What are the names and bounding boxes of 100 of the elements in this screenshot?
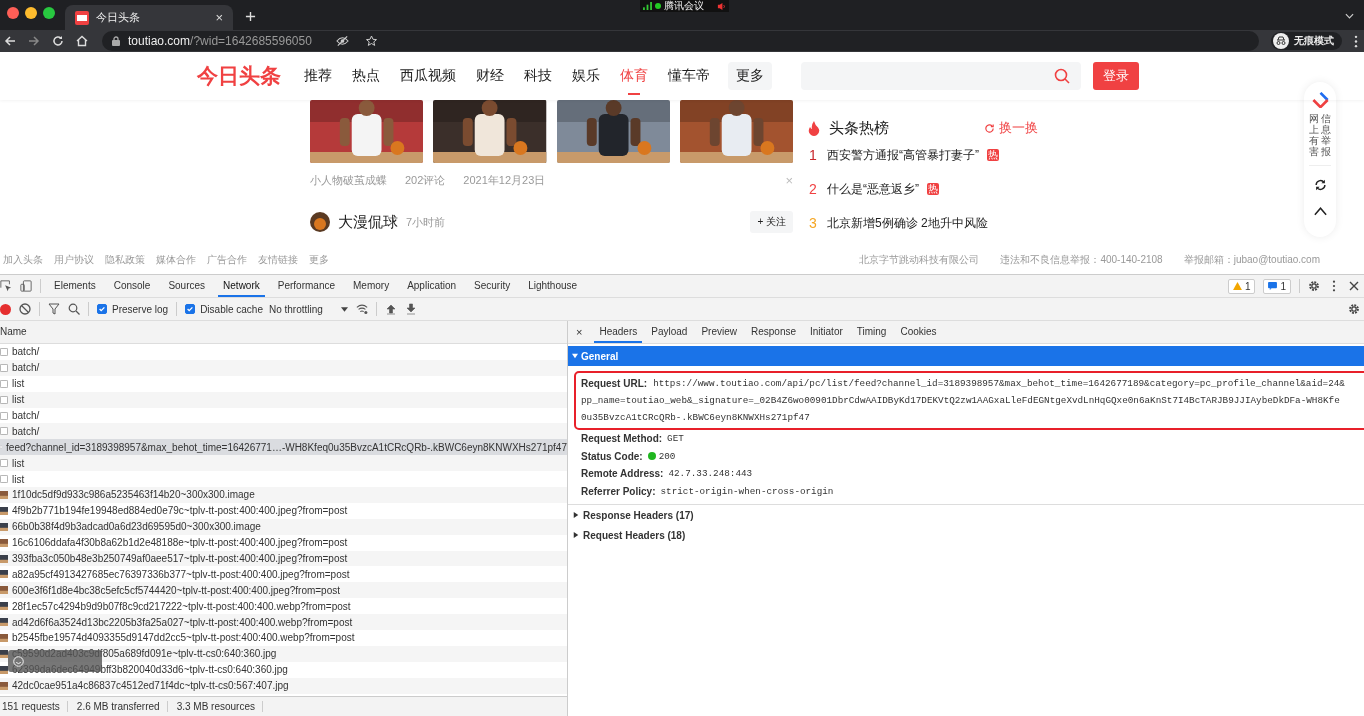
new-tab-icon[interactable] [245,11,256,22]
request-row[interactable]: a82a95cf4913427685ec76397336b377~tplv-tt-post:400:400.jpeg?from=post [0,566,567,583]
settings-icon[interactable] [1348,303,1360,315]
request-row[interactable]: 66b0b38f4d9b3adcad0a6d23d69595d0~300x300.image [0,518,567,535]
devtools-tab[interactable]: Console [108,275,156,297]
upload-icon[interactable] [384,303,397,315]
author-name[interactable]: 大漫侃球 [338,212,398,232]
devtools-tab[interactable]: Application [402,275,462,297]
nav-link[interactable]: 娱乐 [572,63,600,89]
network-conditions-icon[interactable] [355,303,368,315]
close-tab-button[interactable]: × [215,10,223,25]
download-icon[interactable] [404,303,417,315]
request-row[interactable]: 600e3f6f1d8e4bc38c5efc5cf5744420~tplv-tt-post:400:400.jpeg?from=post [0,582,567,599]
request-row[interactable]: 28f1ec57c4294b9d9b07f8c9cd217222~tplv-tt-post:400:400.webp?from=post [0,598,567,615]
throttling-dropdown[interactable]: No throttling [268,303,348,315]
warnings-counter[interactable]: 1 [1227,278,1256,294]
column-header[interactable]: Name [0,321,567,344]
menu-icon[interactable] [1354,34,1358,48]
minimize-window-button[interactable] [25,7,37,19]
request-row[interactable]: list [0,471,567,487]
nav-link[interactable]: 热点 [352,63,380,89]
detail-tab[interactable]: Timing [851,321,892,343]
search-icon[interactable] [68,303,80,315]
clear-icon[interactable] [19,303,31,315]
nav-link[interactable]: 科技 [524,63,552,89]
close-icon[interactable] [1348,280,1360,292]
maximize-window-button[interactable] [43,7,55,19]
site-logo[interactable]: 今日头条 [197,62,304,90]
back-to-top-icon[interactable] [1312,204,1328,218]
detail-tab[interactable]: Initiator [805,321,848,343]
request-row[interactable]: b2545fbe19574d4093355d9147dd2cc5~tplv-tt-post:400:400.webp?from=post [0,630,567,646]
login-button[interactable]: 登录 [1093,62,1139,90]
chevron-down-icon[interactable] [1345,13,1354,19]
disable-cache-checkbox[interactable]: Disable cache [185,303,263,315]
section-header[interactable]: Response Headers (17) [568,505,1364,525]
filter-icon[interactable] [48,303,60,315]
refresh-link[interactable]: 换一换 [984,119,1038,137]
home-icon[interactable] [76,35,88,47]
search-icon[interactable] [1054,68,1070,84]
settings-icon[interactable] [1308,280,1320,292]
follow-button[interactable]: + 关注 [750,211,793,233]
incognito-button[interactable]: 无痕模式 [1271,32,1342,50]
request-row[interactable]: batch/ [0,423,567,440]
refresh-icon[interactable] [1312,178,1328,192]
close-button[interactable]: × [568,326,591,338]
incognito-icon [1273,33,1289,49]
forward-icon[interactable] [28,35,40,47]
request-row[interactable]: list [0,391,567,408]
hot-headline[interactable]: 西安警方通报“高管暴打妻子” [827,146,979,164]
detail-tab[interactable]: Response [745,321,801,343]
devtools-tab[interactable]: Memory [348,275,395,297]
request-row[interactable]: 42dc0cae951a4c86837c4512ed71f4dc~tplv-tt-cs0:567:407.jpg [0,677,567,694]
nav-link[interactable]: 西瓜视频 [400,63,456,89]
devtools-tab[interactable]: Elements [49,275,101,297]
detail-tab[interactable]: Cookies [895,321,942,343]
request-row[interactable]: 393fba3c050b48e3b250749af0aee517~tplv-tt-post:400:400.jpeg?from=post [0,550,567,567]
address-bar[interactable]: toutiao.com/?wid=1642685596050 [102,31,1259,51]
search-field[interactable] [801,62,1081,90]
hot-headline[interactable]: 北京新增5例确诊 2地升中风险 [827,214,988,232]
inspect-icon[interactable] [0,280,12,292]
request-row[interactable]: 1f10dc5df9d933c986a5235463f14b20~300x300.image [0,487,567,503]
preserve-log-checkbox[interactable]: Preserve log [97,303,169,315]
request-row[interactable]: 16c6106ddafa4f30b8a62b1d2e48188e~tplv-tt-post:400:400.jpeg?from=post [0,534,567,551]
request-row[interactable]: list [0,455,567,472]
report-link[interactable]: 网上有害 信息举报 [1309,113,1331,166]
more-button[interactable]: 更多 [728,62,772,90]
shield-logo-icon[interactable] [1311,92,1329,108]
back-icon[interactable] [4,35,16,47]
devtools-tab[interactable]: Performance [272,275,340,297]
general-section-header[interactable]: General [568,346,1364,366]
request-row[interactable]: ad42d6f6a3524d13bc2205b3fa25a027~tplv-tt-post:400:400.webp?from=post [0,614,567,631]
nav-link[interactable]: 推荐 [304,63,332,89]
devtools-tab[interactable]: Sources [163,275,211,297]
check-icon [98,305,106,313]
star-icon[interactable] [364,35,378,47]
close-window-button[interactable] [7,7,19,19]
eye-off-icon[interactable] [335,35,349,47]
nav-link[interactable]: 懂车帝 [668,63,710,89]
hot-headline[interactable]: 什么是“恶意返乡” [827,180,919,198]
request-row[interactable]: batch/ [0,344,567,360]
request-row[interactable]: batch/ [0,407,567,424]
detail-tab[interactable]: Preview [696,321,742,343]
record-button[interactable] [0,303,11,315]
detail-tab[interactable]: Headers [594,321,643,343]
tab-title: 今日头条 [96,10,141,25]
request-row[interactable]: 4f9b2b771b194fe19948ed884ed0e79c~tplv-tt-post:400:400.jpeg?from=post [0,502,567,519]
messages-counter[interactable]: 1 [1263,278,1291,294]
section-header[interactable]: Request Headers (18) [568,525,1364,545]
nav-link[interactable]: 财经 [476,63,504,89]
field-value: 200 [658,450,676,462]
request-row[interactable]: list [0,375,567,392]
devtools-tab[interactable]: Lighthouse [523,275,583,297]
request-row[interactable]: feed?channel_id=3189398957&max_behot_time=16426771…-WH8Kfeq0u35BvzcA1tCRcQRb-.kBWC6eyn8KNWXHs271pf47 [0,439,567,456]
reload-icon[interactable] [52,35,64,47]
device-toolbar-icon[interactable] [20,280,32,292]
detail-tab[interactable]: Payload [646,321,693,343]
devtools-tab[interactable]: Security [469,275,516,297]
browser-tab[interactable]: 今日头条 × [65,5,233,30]
image-icon [0,586,8,595]
request-row[interactable]: batch/ [0,359,567,376]
